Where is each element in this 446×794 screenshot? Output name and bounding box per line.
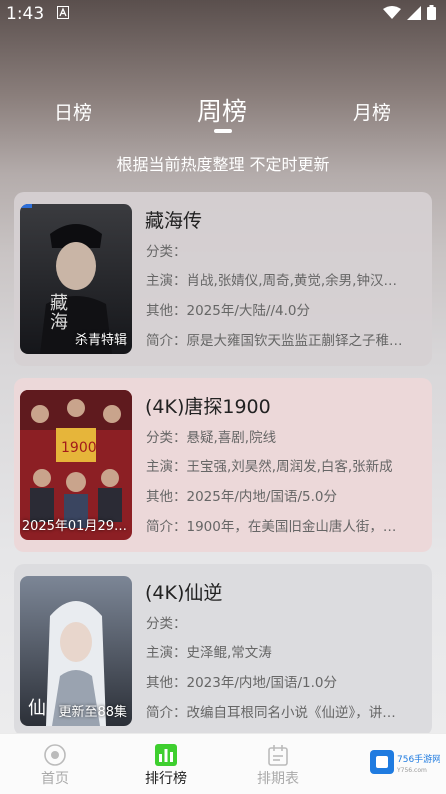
status-time: 1:43 [6, 4, 45, 24]
svg-text:海: 海 [50, 312, 68, 333]
nav-schedule[interactable]: 排期表 [243, 744, 313, 788]
tab-day[interactable]: 日榜 [54, 98, 92, 125]
tab-month[interactable]: 月榜 [353, 98, 391, 125]
cast-row: 主演：史泽鲲,常文涛 [146, 645, 272, 661]
nav-home-label: 首页 [41, 771, 69, 787]
ranking-subtitle: 根据当前热度整理 不定时更新 [116, 155, 330, 174]
ranking-icon [155, 744, 177, 766]
tab-week[interactable]: 周榜 [197, 92, 247, 128]
other-row: 其他：2023年/内地/国语/1.0分 [146, 675, 337, 691]
wifi-icon [383, 5, 401, 19]
genre-row: 分类： [146, 616, 187, 632]
tab-indicator [214, 129, 232, 133]
poster-badge: 杀青特辑 [74, 333, 127, 348]
nav-rank[interactable]: 排行榜 [131, 744, 201, 788]
poster-badge: 2025年01月29… [21, 519, 127, 534]
status-bar: 1:43 [0, 0, 446, 30]
svg-text:仙: 仙 [28, 698, 46, 719]
poster-image[interactable]: 藏 海 杀青特辑 [20, 204, 132, 354]
svg-text:藏: 藏 [50, 293, 68, 314]
genre-row: 分类：悬疑,喜剧,院线 [146, 430, 277, 446]
title: 藏海传 [145, 210, 203, 232]
svg-text:Y756.com: Y756.com [396, 767, 427, 774]
list-item[interactable]: 藏 海 杀青特辑 藏海传 分类： 主演：肖战,张婧仪,周奇,黄觉,余男,钟汉… … [14, 192, 432, 366]
cast-row: 主演：王宝强,刘昊然,周润发,白客,张新成 [146, 459, 393, 475]
list-item[interactable]: 仙 更新至88集 (4K)仙逆 分类： 主演：史泽鲲,常文涛 其他：2023年/… [14, 564, 432, 736]
calendar-icon [268, 745, 288, 766]
poster-image[interactable]: 1900 2025年01月29… [20, 390, 132, 540]
nav-rank-label: 排行榜 [145, 771, 187, 787]
watermark-logo: 756手游网 Y756.com [370, 750, 440, 774]
battery-icon [427, 5, 436, 20]
description-row: 简介：1900年，在美国旧金山唐人街，… [146, 519, 397, 535]
list-item[interactable]: 1900 2025年01月29… (4K)唐探1900 分类：悬疑,喜剧,院线 … [14, 378, 432, 552]
poster-badge: 更新至88集 [58, 705, 127, 720]
svg-text:1900: 1900 [61, 440, 97, 456]
description-row: 简介：改编自耳根同名小说《仙逆》，讲… [146, 705, 396, 721]
ranking-tabs: 日榜 周榜 月榜 [0, 92, 446, 142]
other-row: 其他：2025年/内地/国语/5.0分 [146, 489, 337, 505]
title: (4K)仙逆 [145, 582, 223, 604]
description-row: 简介：原是大雍国钦天监监正蒯铎之子稚… [146, 333, 403, 349]
nav-schedule-label: 排期表 [257, 771, 299, 787]
signal-icon [407, 5, 421, 20]
home-icon [44, 744, 66, 766]
other-row: 其他：2025年/大陆//4.0分 [146, 303, 310, 319]
poster-image[interactable]: 仙 更新至88集 [20, 576, 132, 726]
genre-row: 分类： [146, 244, 187, 260]
nav-home[interactable]: 首页 [20, 744, 90, 788]
notification-a-icon [57, 6, 69, 19]
svg-text:756手游网: 756手游网 [397, 753, 440, 765]
cast-row: 主演：肖战,张婧仪,周奇,黄觉,余男,钟汉… [146, 273, 397, 289]
title: (4K)唐探1900 [145, 396, 271, 418]
